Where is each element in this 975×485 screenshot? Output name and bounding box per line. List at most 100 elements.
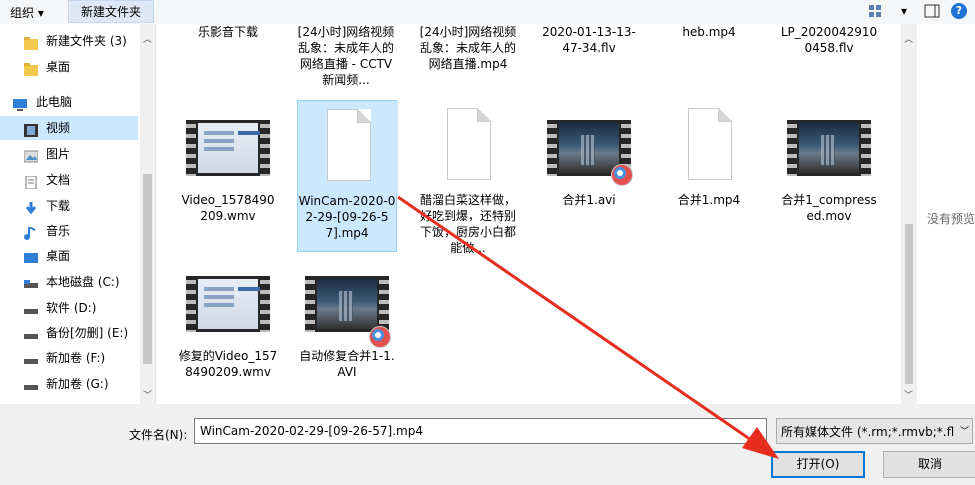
video-thumbnail [178, 270, 278, 348]
nav-item-desktop-fav[interactable]: 桌面 [0, 55, 138, 79]
blank-file-icon [327, 109, 371, 181]
video-thumbnail [297, 270, 397, 348]
file-label: heb.mp4 [682, 25, 736, 39]
nav-item-label: 软件 (D:) [46, 301, 97, 315]
file-label: 修复的Video_1578490209.wmv [178, 349, 278, 379]
no-preview-text: 没有预览 [927, 212, 975, 226]
drive-icon [24, 326, 38, 339]
file-thumbnail [418, 100, 518, 192]
nav-item-label: 下载 [46, 199, 71, 213]
nav-item-videos[interactable]: 视频 [0, 116, 138, 140]
nav-item-label: 桌面 [46, 60, 71, 74]
file-item-merge-avi[interactable]: 合并1.avi [539, 100, 639, 208]
nav-item-this-pc[interactable]: 此电脑 [0, 90, 138, 114]
open-button[interactable]: 打开(O) [771, 451, 865, 478]
nav-item-label: 新加卷 (F:) [46, 351, 106, 365]
filename-input[interactable] [194, 418, 767, 444]
nav-item-music[interactable]: 音乐 [0, 219, 138, 243]
nav-item-label: 图片 [46, 147, 71, 161]
nav-item-drive-f[interactable]: 新加卷 (F:) [0, 346, 138, 370]
file-item[interactable]: heb.mp4 [659, 24, 759, 40]
file-label: [24小时]网络视频乱象：未成年人的网络直播.mp4 [419, 25, 517, 71]
nav-item-drive-e[interactable]: 备份[勿删] (E:) [0, 321, 138, 345]
file-label: WinCam-2020-02-29-[09-26-57].mp4 [298, 193, 396, 241]
drive-icon [24, 301, 38, 314]
download-icon [24, 199, 38, 215]
nav-scroll-thumb[interactable] [143, 174, 152, 364]
nav-item-pictures[interactable]: 图片 [0, 142, 138, 166]
music-icon [24, 224, 38, 240]
view-dropdown-chevron-icon[interactable]: ▾ [895, 2, 913, 20]
nav-item-drive-c[interactable]: 本地磁盘 (C:) [0, 270, 138, 294]
blank-file-icon [447, 108, 491, 180]
file-label: 合并1_compressed.mov [781, 193, 877, 223]
pc-icon [12, 95, 27, 111]
file-item[interactable]: [24小时]网络视频乱象：未成年人的网络直播 - CCTV 新闻频... [296, 24, 396, 88]
toolbar: 组织 ▾ 新建文件夹 ▾ ? [0, 0, 975, 25]
navigation-pane: 新建文件夹 (3) 桌面 此电脑 视频 图片 文档 下载 音乐 桌面 本地磁盘 … [0, 24, 156, 404]
file-item-auto-repair-avi[interactable]: 自动修复合并1-1.AVI [297, 270, 397, 380]
media-player-badge-icon [369, 326, 391, 348]
file-thumbnail [298, 101, 398, 193]
film-strip-icon [787, 120, 871, 176]
nav-item-label: 桌面 [46, 249, 71, 263]
new-folder-button[interactable]: 新建文件夹 [68, 0, 155, 23]
file-label: 合并1.avi [562, 193, 616, 207]
file-list-scroll-thumb[interactable] [905, 224, 913, 384]
file-label: 醋溜白菜这样做，好吃到爆，还特别下饭，厨房小白都能做... [419, 193, 516, 255]
file-list-scrollbar[interactable]: ︿ ﹀ [901, 24, 917, 404]
document-folder-icon [24, 173, 38, 190]
nav-item-label: 此电脑 [36, 95, 73, 109]
file-list: 乐影音下载 [24小时]网络视频乱象：未成年人的网络直播 - CCTV 新闻频.… [156, 24, 901, 404]
video-thumbnail [178, 100, 278, 192]
file-item[interactable]: [24小时]网络视频乱象：未成年人的网络直播.mp4 [418, 24, 518, 72]
scroll-down-icon[interactable]: ﹀ [903, 390, 914, 402]
view-options-icon[interactable] [867, 2, 885, 20]
nav-item-label: 备份[勿删] (E:) [46, 326, 129, 340]
file-label: LP_2020042910 0458.flv [780, 25, 878, 55]
nav-item-label: 视频 [46, 121, 71, 135]
file-thumbnail [659, 100, 759, 192]
toolbar-right: ▾ ? [867, 2, 967, 20]
nav-item-label: 音乐 [46, 224, 71, 238]
help-icon[interactable]: ? [951, 3, 967, 19]
file-type-filter-value: 所有媒体文件 (*.rm;*.rmvb;*.fl [781, 425, 955, 439]
drive-icon [24, 351, 38, 364]
cancel-button[interactable]: 取消 [883, 451, 975, 478]
video-thumbnail [779, 100, 879, 192]
nav-scrollbar[interactable]: ︿ ﹀ [140, 24, 155, 404]
file-item[interactable]: LP_2020042910 0458.flv [779, 24, 879, 56]
organize-menu[interactable]: 组织 ▾ [10, 4, 44, 21]
file-label: 自动修复合并1-1.AVI [299, 349, 395, 379]
nav-item-downloads[interactable]: 下载 [0, 194, 138, 218]
dialog-footer: 文件名(N): 所有媒体文件 (*.rm;*.rmvb;*.fl ﹀ 打开(O)… [0, 404, 975, 485]
scroll-up-icon[interactable]: ︿ [142, 34, 153, 46]
file-item-repaired-wmv[interactable]: 修复的Video_1578490209.wmv [178, 270, 278, 380]
file-item[interactable]: 2020-01-13-13-47-34.flv [539, 24, 639, 56]
nav-item-drive-d[interactable]: 软件 (D:) [0, 296, 138, 320]
nav-item-desktop[interactable]: 桌面 [0, 244, 138, 268]
scroll-down-icon[interactable]: ﹀ [142, 390, 153, 402]
drive-icon [24, 377, 38, 390]
scroll-up-icon[interactable]: ︿ [903, 34, 914, 46]
nav-item-new-folder-3[interactable]: 新建文件夹 (3) [0, 29, 138, 53]
file-item-cabbage[interactable]: 醋溜白菜这样做，好吃到爆，还特别下饭，厨房小白都能做... [418, 100, 518, 256]
nav-item-drive-g[interactable]: 新加卷 (G:) [0, 372, 138, 396]
file-type-filter[interactable]: 所有媒体文件 (*.rm;*.rmvb;*.fl ﹀ [776, 418, 973, 444]
file-item-video-wmv[interactable]: Video_1578490209.wmv [178, 100, 278, 224]
file-item[interactable]: 乐影音下载 [178, 24, 278, 40]
file-label: 合并1.mp4 [677, 193, 741, 207]
nav-item-label: 文档 [46, 173, 71, 187]
desktop-icon [24, 249, 38, 263]
blank-file-icon [688, 108, 732, 180]
preview-pane-icon[interactable] [923, 2, 941, 20]
nav-item-documents[interactable]: 文档 [0, 168, 138, 192]
preview-pane: 没有预览 [917, 24, 975, 404]
file-item-wincam-mp4[interactable]: WinCam-2020-02-29-[09-26-57].mp4 [297, 100, 398, 252]
file-item-merge-mp4[interactable]: 合并1.mp4 [659, 100, 759, 208]
film-strip-icon [186, 276, 270, 332]
filename-label: 文件名(N): [129, 428, 188, 442]
media-player-badge-icon [611, 164, 633, 186]
video-thumbnail [539, 100, 639, 192]
file-item-merge-mov[interactable]: 合并1_compressed.mov [779, 100, 879, 224]
